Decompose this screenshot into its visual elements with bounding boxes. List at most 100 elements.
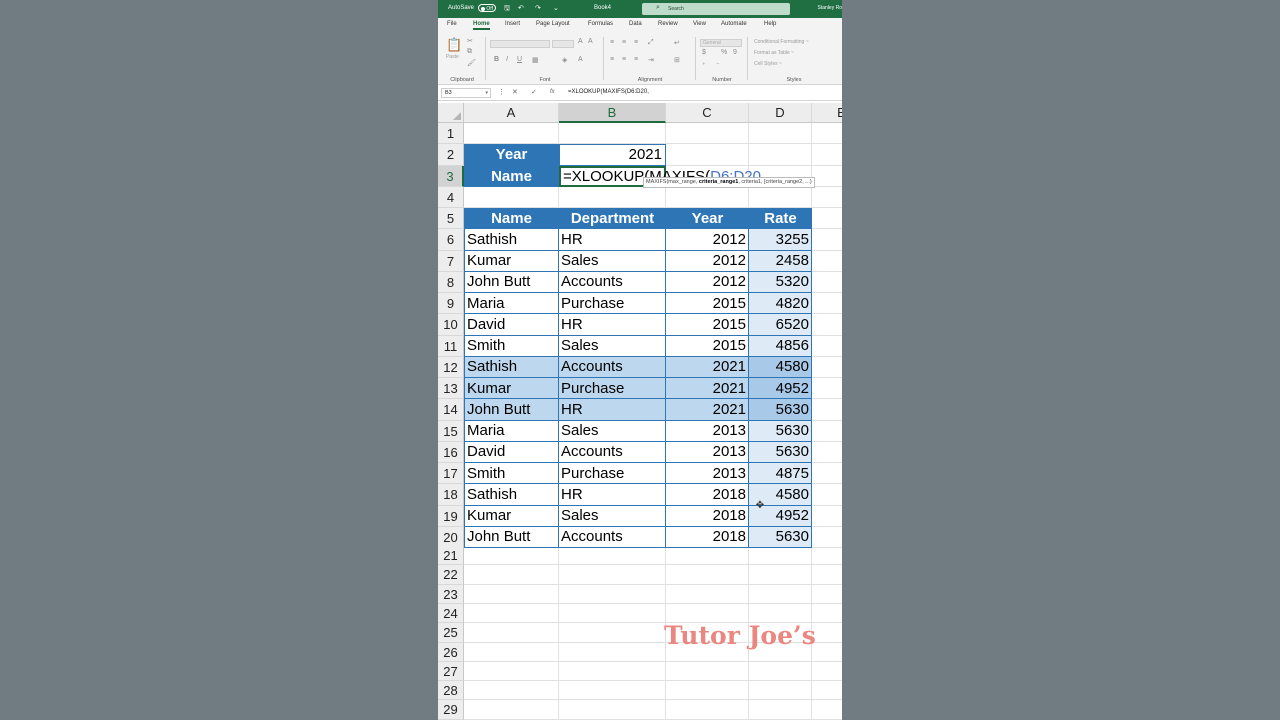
department-cell[interactable]: Sales (559, 505, 666, 527)
year-cell[interactable]: 2018 (666, 526, 749, 548)
row-header-9[interactable]: 9 (438, 293, 464, 315)
rate-cell[interactable]: 4875 (749, 463, 812, 485)
bold-icon[interactable]: B (494, 56, 499, 63)
tab-automate[interactable]: Automate (721, 21, 747, 27)
tab-help[interactable]: Help (764, 21, 776, 27)
rate-cell[interactable]: 4856 (749, 335, 812, 357)
row-header-27[interactable]: 27 (438, 661, 464, 682)
column-header-e[interactable]: E (812, 103, 842, 123)
font-name-select[interactable] (490, 40, 550, 48)
row-header-16[interactable]: 16 (438, 441, 464, 463)
tab-insert[interactable]: Insert (505, 21, 520, 27)
align-center-icon[interactable]: ≡ (622, 56, 626, 63)
year-cell[interactable]: 2012 (666, 229, 749, 251)
align-middle-icon[interactable]: ≡ (622, 39, 626, 46)
department-cell[interactable]: HR (559, 229, 666, 251)
row-header-21[interactable]: 21 (438, 546, 464, 566)
column-header-a[interactable]: A (464, 103, 559, 123)
year-cell[interactable]: 2013 (666, 463, 749, 485)
rate-cell[interactable]: 2458 (749, 250, 812, 272)
tab-page-layout[interactable]: Page Layout (536, 21, 570, 27)
department-cell[interactable]: Accounts (559, 526, 666, 548)
name-cell[interactable]: Kumar (464, 378, 559, 400)
search-box[interactable]: ⌕ Search (642, 3, 790, 15)
rate-cell[interactable]: 4820 (749, 293, 812, 315)
comma-icon[interactable]: 9 (733, 49, 737, 56)
year-cell[interactable]: 2013 (666, 441, 749, 463)
underline-icon[interactable]: U (517, 56, 522, 63)
name-cell[interactable]: Maria (464, 293, 559, 315)
row-header-11[interactable]: 11 (438, 335, 464, 357)
tab-formulas[interactable]: Formulas (588, 21, 613, 27)
formula-input[interactable]: =XLOOKUP(MAXIFS(D6:D20, (568, 89, 649, 95)
row-header-7[interactable]: 7 (438, 250, 464, 272)
department-cell[interactable]: Sales (559, 250, 666, 272)
name-cell[interactable]: David (464, 441, 559, 463)
row-header-17[interactable]: 17 (438, 463, 464, 485)
row-header-13[interactable]: 13 (438, 378, 464, 400)
rate-cell[interactable]: 4952 (749, 378, 812, 400)
fill-color-icon[interactable]: ◈ (562, 56, 567, 64)
row-header-3[interactable]: 3 (438, 165, 464, 187)
function-argument-tooltip[interactable]: MAXIFS(max_range, criteria_range1, crite… (643, 176, 815, 188)
row-header-26[interactable]: 26 (438, 642, 464, 662)
insert-function-icon[interactable]: fx (550, 89, 555, 95)
orientation-icon[interactable]: ⤢ (648, 39, 654, 47)
department-cell[interactable]: HR (559, 484, 666, 506)
row-header-1[interactable]: 1 (438, 123, 464, 145)
row-header-25[interactable]: 25 (438, 623, 464, 643)
paste-icon[interactable]: 📋 (446, 37, 462, 53)
year-cell[interactable]: 2012 (666, 271, 749, 293)
customize-toolbar-icon[interactable]: ⌄ (553, 4, 559, 13)
row-header-14[interactable]: 14 (438, 399, 464, 421)
align-right-icon[interactable]: ≡ (634, 56, 638, 63)
enter-icon[interactable]: ✓ (531, 88, 537, 96)
department-cell[interactable]: Purchase (559, 378, 666, 400)
row-header-28[interactable]: 28 (438, 681, 464, 701)
department-cell[interactable]: Accounts (559, 271, 666, 293)
row-header-23[interactable]: 23 (438, 584, 464, 604)
number-format-select[interactable]: General (700, 39, 742, 47)
row-header-15[interactable]: 15 (438, 420, 464, 442)
row-header-8[interactable]: 8 (438, 271, 464, 293)
worksheet-grid[interactable]: ABCDE 1 2 3 4 5 6 7 8 9 10 11 12 13 14 15 16 17 18 19 20 21 2… (438, 103, 842, 720)
name-cell[interactable]: Sathish (464, 484, 559, 506)
department-cell[interactable]: Sales (559, 420, 666, 442)
row-header-29[interactable]: 29 (438, 700, 464, 720)
tab-file[interactable]: File (447, 21, 457, 27)
row-header-18[interactable]: 18 (438, 484, 464, 506)
header-year[interactable]: Year (666, 208, 749, 230)
department-cell[interactable]: Accounts (559, 441, 666, 463)
decrease-font-icon[interactable]: A (588, 38, 593, 45)
indent-icon[interactable]: ⇥ (648, 56, 654, 64)
rate-cell[interactable]: 5630 (749, 399, 812, 421)
rate-cell[interactable]: 6520 (749, 314, 812, 336)
department-cell[interactable]: Sales (559, 335, 666, 357)
year-value-cell[interactable]: 2021 (559, 144, 666, 166)
name-cell[interactable]: David (464, 314, 559, 336)
row-header-10[interactable]: 10 (438, 314, 464, 336)
cell-styles-button[interactable]: Cell Styles ~ (754, 61, 782, 67)
column-header-c[interactable]: C (666, 103, 749, 123)
align-top-icon[interactable]: ≡ (610, 39, 614, 46)
name-cell[interactable]: John Butt (464, 271, 559, 293)
increase-font-icon[interactable]: A (578, 38, 583, 45)
undo-icon[interactable]: ↶ (518, 4, 524, 13)
borders-icon[interactable]: ▦ (532, 56, 539, 64)
save-icon[interactable]: 🖫 (504, 4, 510, 13)
tab-data[interactable]: Data (629, 21, 642, 27)
cut-icon[interactable]: ✂ (467, 37, 473, 45)
row-header-22[interactable]: 22 (438, 565, 464, 585)
decrease-decimal-icon[interactable]: ⁻ (716, 61, 720, 69)
column-header-d[interactable]: D (749, 103, 812, 123)
cancel-icon[interactable]: ✕ (512, 88, 518, 96)
department-cell[interactable]: Purchase (559, 293, 666, 315)
year-cell[interactable]: 2018 (666, 505, 749, 527)
name-cell[interactable]: Sathish (464, 229, 559, 251)
name-label-cell[interactable]: Name (464, 165, 559, 187)
tab-view[interactable]: View (693, 21, 706, 27)
name-cell[interactable]: Smith (464, 463, 559, 485)
percent-icon[interactable]: % (721, 49, 727, 56)
rate-cell[interactable]: 5320 (749, 271, 812, 293)
tab-review[interactable]: Review (658, 21, 678, 27)
